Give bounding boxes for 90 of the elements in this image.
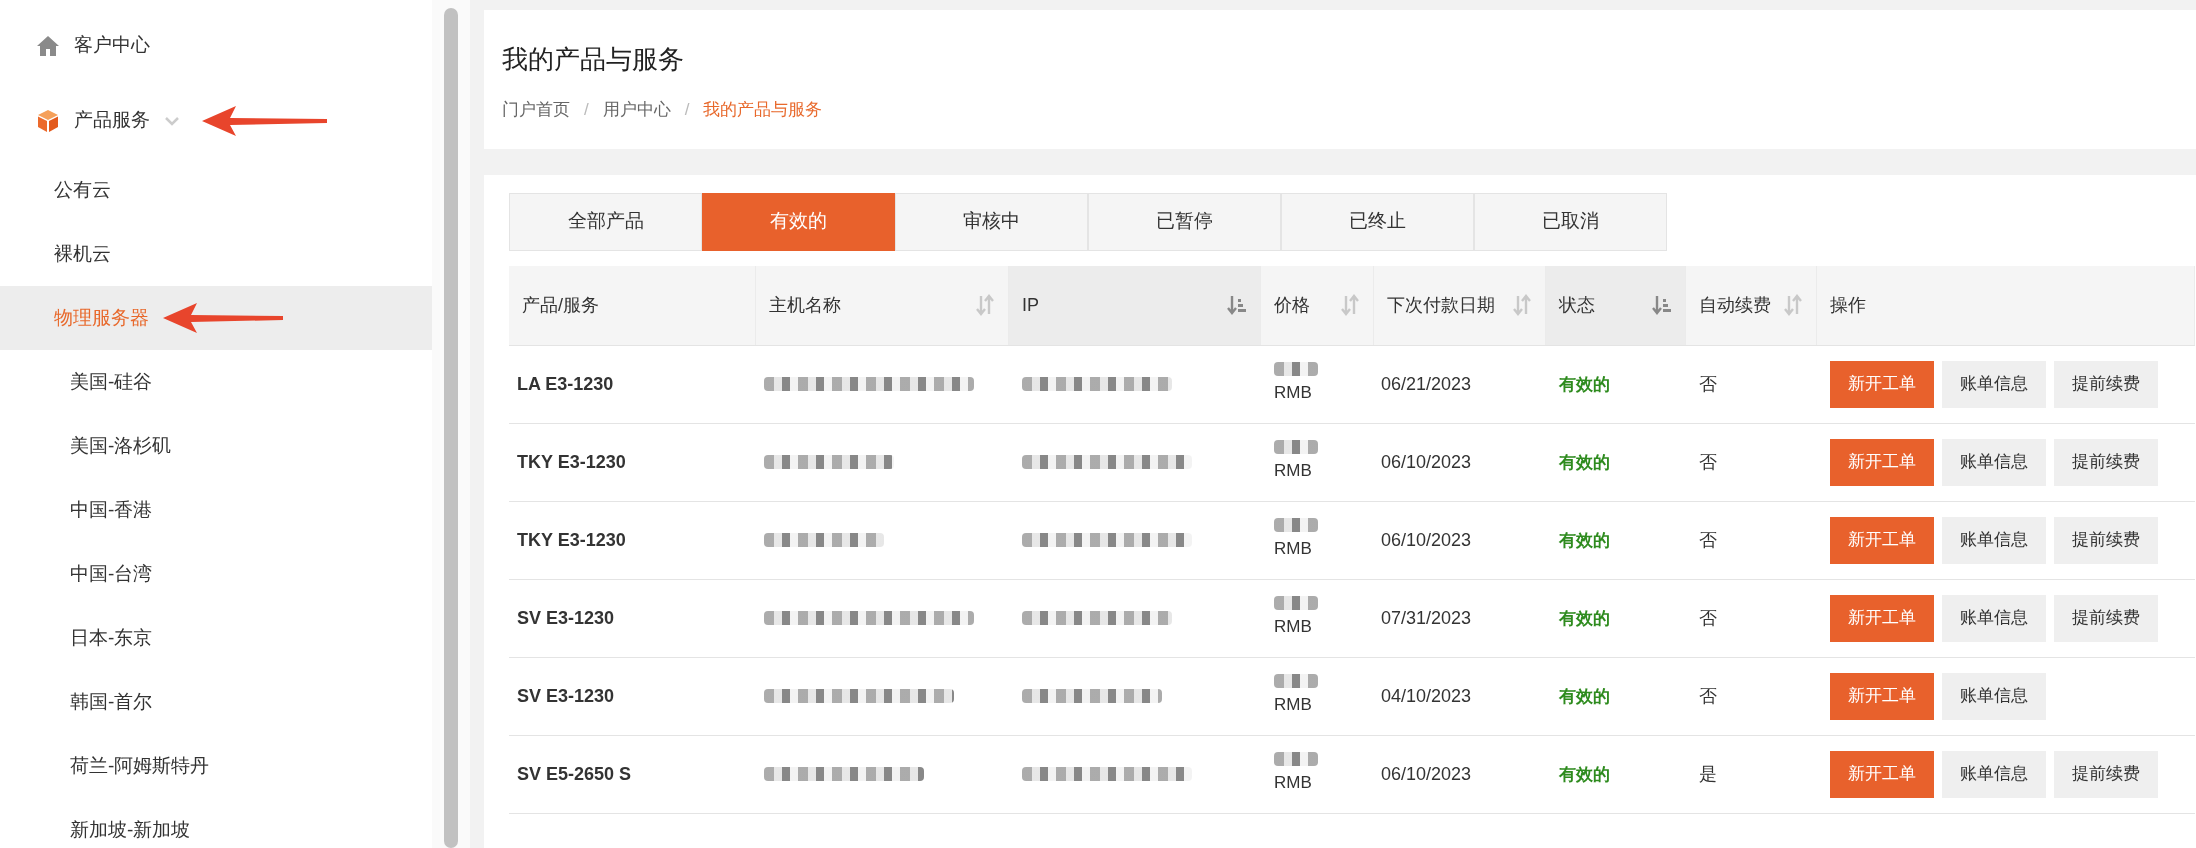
scrollbar[interactable]: [444, 8, 458, 848]
redacted-text: [1274, 674, 1318, 689]
action-button[interactable]: 提前续费: [2054, 594, 2158, 642]
column-label: 操作: [1830, 294, 1866, 317]
column-header[interactable]: 价格: [1261, 265, 1374, 345]
page-title: 我的产品与服务: [502, 43, 685, 76]
action-button[interactable]: 提前续费: [2054, 516, 2158, 564]
action-button[interactable]: 提前续费: [2054, 360, 2158, 408]
action-button[interactable]: 账单信息: [1942, 438, 2046, 486]
product-name: SV E3-1230: [517, 607, 615, 628]
price-unit: RMB: [1274, 694, 1313, 717]
price-unit: RMB: [1274, 382, 1313, 405]
action-button[interactable]: 提前续费: [2054, 438, 2158, 486]
product-name: TKY E3-1230: [517, 451, 626, 472]
action-button[interactable]: 账单信息: [1942, 750, 2046, 798]
auto-renew-value: 否: [1699, 373, 1717, 394]
column-label: 自动续费: [1699, 294, 1771, 317]
sidebar-item[interactable]: 荷兰-阿姆斯特丹: [70, 751, 210, 781]
column-label: 产品/服务: [522, 294, 599, 317]
product-name: LA E3-1230: [517, 373, 614, 394]
column-header[interactable]: IP: [1009, 265, 1261, 345]
cube-icon: [36, 108, 60, 133]
redacted-text: [1274, 440, 1318, 455]
product-name: SV E5-2650 S: [517, 763, 632, 784]
home-icon: [36, 34, 60, 57]
due-date: 04/10/2023: [1381, 685, 1472, 706]
sidebar-item[interactable]: 美国-硅谷: [70, 367, 153, 397]
breadcrumb-separator: /: [584, 99, 589, 121]
due-date: 06/21/2023: [1381, 373, 1472, 394]
price-unit: RMB: [1274, 460, 1313, 483]
sidebar-item[interactable]: 客户中心: [74, 31, 150, 60]
sort-icon[interactable]: [1340, 294, 1360, 316]
action-button[interactable]: 提前续费: [2054, 750, 2158, 798]
price-unit: RMB: [1274, 616, 1313, 639]
sort-icon[interactable]: [1227, 294, 1247, 316]
sidebar-item[interactable]: 裸机云: [54, 239, 111, 269]
sort-icon[interactable]: [1652, 294, 1672, 316]
sidebar-item[interactable]: 中国-香港: [70, 495, 153, 525]
column-header[interactable]: 自动续费: [1686, 265, 1817, 345]
status-text: 有效的: [1559, 764, 1610, 784]
due-date: 06/10/2023: [1381, 529, 1472, 550]
column-label: IP: [1022, 294, 1039, 317]
sidebar-item[interactable]: 产品服务: [74, 106, 150, 135]
sidebar-item[interactable]: 美国-洛杉矶: [70, 431, 172, 461]
due-date: 06/10/2023: [1381, 763, 1472, 784]
filter-tab[interactable]: 已终止: [1281, 192, 1474, 251]
sidebar-item[interactable]: 韩国-首尔: [70, 687, 153, 717]
filter-tab[interactable]: 已取消: [1474, 192, 1667, 251]
status-text: 有效的: [1559, 686, 1610, 706]
due-date: 06/10/2023: [1381, 451, 1472, 472]
redacted-text: [1274, 362, 1318, 377]
redacted-text: [1274, 518, 1318, 533]
sidebar-item[interactable]: 中国-台湾: [70, 559, 153, 589]
price-unit: RMB: [1274, 538, 1313, 561]
breadcrumb-link[interactable]: 门户首页: [502, 97, 570, 123]
action-button[interactable]: 账单信息: [1942, 672, 2046, 720]
breadcrumb-separator: /: [684, 99, 690, 121]
sort-icon[interactable]: [1783, 294, 1803, 316]
sidebar-item[interactable]: 日本-东京: [70, 623, 153, 653]
redacted-text: [1274, 752, 1318, 767]
auto-renew-value: 否: [1699, 607, 1717, 628]
auto-renew-value: 否: [1699, 529, 1717, 550]
column-label: 下次付款日期: [1387, 294, 1495, 317]
status-text: 有效的: [1559, 608, 1610, 628]
price-unit: RMB: [1274, 772, 1313, 795]
product-name: TKY E3-1230: [517, 529, 626, 550]
sidebar-item[interactable]: 公有云: [54, 175, 111, 205]
column-label: 状态: [1559, 294, 1595, 317]
status-text: 有效的: [1559, 374, 1610, 394]
sort-icon[interactable]: [975, 294, 995, 316]
status-text: 有效的: [1559, 530, 1610, 550]
column-label: 主机名称: [769, 294, 841, 317]
action-button[interactable]: 账单信息: [1942, 360, 2046, 408]
filter-tab[interactable]: 审核中: [895, 192, 1088, 251]
status-text: 有效的: [1559, 452, 1610, 472]
sidebar-item[interactable]: 新加坡-新加坡: [70, 815, 191, 845]
product-name: SV E3-1230: [517, 685, 615, 706]
auto-renew-value: 否: [1699, 685, 1717, 706]
action-button[interactable]: 账单信息: [1942, 594, 2046, 642]
column-header[interactable]: 状态: [1546, 265, 1686, 345]
due-date: 07/31/2023: [1381, 607, 1472, 628]
auto-renew-value: 否: [1699, 451, 1717, 472]
action-button[interactable]: 账单信息: [1942, 516, 2046, 564]
redacted-text: [1274, 596, 1318, 611]
breadcrumb-link[interactable]: 用户中心: [602, 97, 671, 123]
sort-icon[interactable]: [1512, 294, 1532, 316]
column-label: 价格: [1274, 294, 1310, 317]
auto-renew-value: 是: [1699, 763, 1717, 784]
filter-tab[interactable]: 已暂停: [1088, 192, 1281, 251]
filter-tab[interactable]: 全部产品: [509, 192, 702, 251]
